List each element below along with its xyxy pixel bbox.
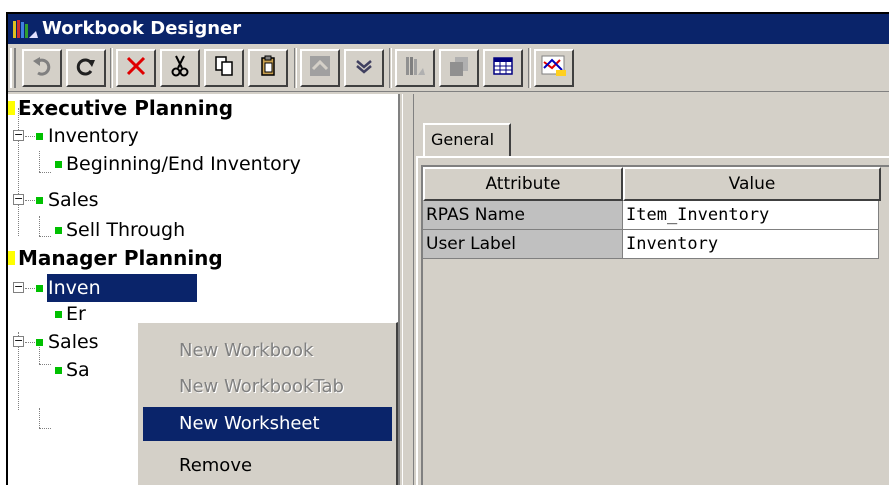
tree-connector — [25, 342, 35, 343]
folder-node-icon — [8, 101, 15, 115]
delete-button[interactable] — [116, 49, 156, 87]
leaf-node-icon — [36, 197, 43, 204]
leaf-node-icon — [55, 311, 62, 318]
tab-general[interactable]: General — [423, 123, 511, 156]
tree-node-label: Sa — [66, 359, 90, 381]
collapse-icon[interactable]: − — [13, 335, 24, 347]
toolbar-separator — [389, 48, 392, 88]
toolbar-grip[interactable] — [10, 48, 16, 88]
copy-button[interactable] — [204, 49, 244, 87]
tree-connector — [25, 288, 35, 289]
tree-node-label: Executive Planning — [18, 96, 234, 120]
value-cell[interactable]: Inventory — [623, 230, 879, 259]
move-down-icon — [352, 54, 376, 82]
tree-node-label: Sales — [48, 331, 99, 353]
chart-icon — [540, 54, 568, 82]
tree-connector — [39, 408, 40, 428]
undo-button[interactable] — [22, 49, 62, 87]
undo-icon — [30, 54, 54, 82]
menu-item-new-worksheet[interactable]: New Worksheet — [143, 407, 392, 441]
paste-icon — [256, 54, 280, 82]
pane-splitter[interactable] — [402, 94, 414, 485]
tree-node-mgr-inventory-child[interactable]: Er — [8, 300, 148, 328]
move-up-button[interactable] — [300, 49, 340, 87]
title-bar[interactable]: Workbook Designer — [8, 14, 889, 44]
toolbar-separator — [294, 48, 297, 88]
tree-node-exec-sales[interactable]: − Sales — [8, 186, 208, 214]
tree-node-label: Beginning/End Inventory — [66, 153, 301, 175]
tree-node-mgr-sales-child[interactable]: Sa — [8, 356, 148, 384]
menu-item-new-workbook[interactable]: New Workbook — [143, 334, 392, 368]
tree-node-mgr-inventory[interactable]: − Inven — [8, 274, 208, 302]
leaf-node-icon — [36, 285, 43, 292]
grid-icon — [491, 54, 515, 82]
collapse-icon[interactable]: − — [13, 129, 24, 141]
tree-connector — [25, 200, 35, 201]
tree-node-beginning-end-inventory[interactable]: Beginning/End Inventory — [8, 150, 398, 178]
leaf-node-icon — [55, 367, 62, 374]
tree-node-label: Manager Planning — [18, 246, 223, 270]
attribute-cell: User Label — [423, 230, 623, 259]
delete-icon — [124, 54, 148, 82]
chart-button[interactable] — [534, 49, 574, 87]
redo-button[interactable] — [66, 49, 106, 87]
cut-button[interactable] — [160, 49, 200, 87]
column-header-value[interactable]: Value — [623, 167, 881, 201]
paste-button[interactable] — [248, 49, 288, 87]
redo-icon — [74, 54, 98, 82]
leaf-node-icon — [36, 339, 43, 346]
cut-icon — [168, 54, 192, 82]
context-menu: New Workbook New WorkbookTab New Workshe… — [137, 322, 398, 485]
move-up-icon — [308, 54, 332, 82]
books-icon — [403, 54, 427, 82]
leaf-node-icon — [36, 133, 43, 140]
window-title: Workbook Designer — [42, 18, 242, 39]
tree-node-sell-through[interactable]: Sell Through — [8, 216, 308, 244]
tree-connector — [25, 136, 35, 137]
tree-node-label: Er — [66, 303, 86, 325]
collapse-icon[interactable]: − — [13, 193, 24, 205]
tree-node-mgr-sales[interactable]: − Sales — [8, 328, 148, 356]
toolbar-separator — [110, 48, 113, 88]
toolbar-separator — [528, 48, 531, 88]
tabs-button[interactable] — [439, 49, 479, 87]
attribute-cell: RPAS Name — [423, 201, 623, 230]
collapse-icon[interactable]: − — [13, 281, 24, 293]
value-cell[interactable]: Item_Inventory — [623, 201, 879, 230]
leaf-node-icon — [55, 227, 62, 234]
menu-item-remove[interactable]: Remove — [143, 449, 392, 483]
move-down-button[interactable] — [344, 49, 384, 87]
tree-node-label: Sell Through — [66, 219, 186, 241]
general-tab-panel: Attribute Value RPAS Name Item_Inventory… — [416, 156, 889, 485]
tree-node-label: Sales — [48, 189, 99, 211]
tabs-icon — [447, 54, 471, 82]
books-button[interactable] — [395, 49, 435, 87]
toolbar — [8, 44, 889, 92]
grid-button[interactable] — [483, 49, 523, 87]
menu-item-new-workbooktab[interactable]: New WorkbookTab — [143, 370, 392, 404]
tree-node-label: Inventory — [48, 125, 139, 147]
attribute-grid: Attribute Value RPAS Name Item_Inventory… — [421, 165, 889, 485]
tree-connector — [39, 428, 51, 429]
column-header-attribute[interactable]: Attribute — [423, 167, 623, 201]
copy-icon — [212, 54, 236, 82]
tree-node-exec-inventory[interactable]: − Inventory — [8, 122, 388, 150]
leaf-node-icon — [55, 161, 62, 168]
properties-pane: General Attribute Value RPAS Name Item_I… — [416, 94, 889, 485]
tree-node-label-selected: Inven — [47, 274, 197, 302]
folder-node-icon — [8, 251, 15, 265]
